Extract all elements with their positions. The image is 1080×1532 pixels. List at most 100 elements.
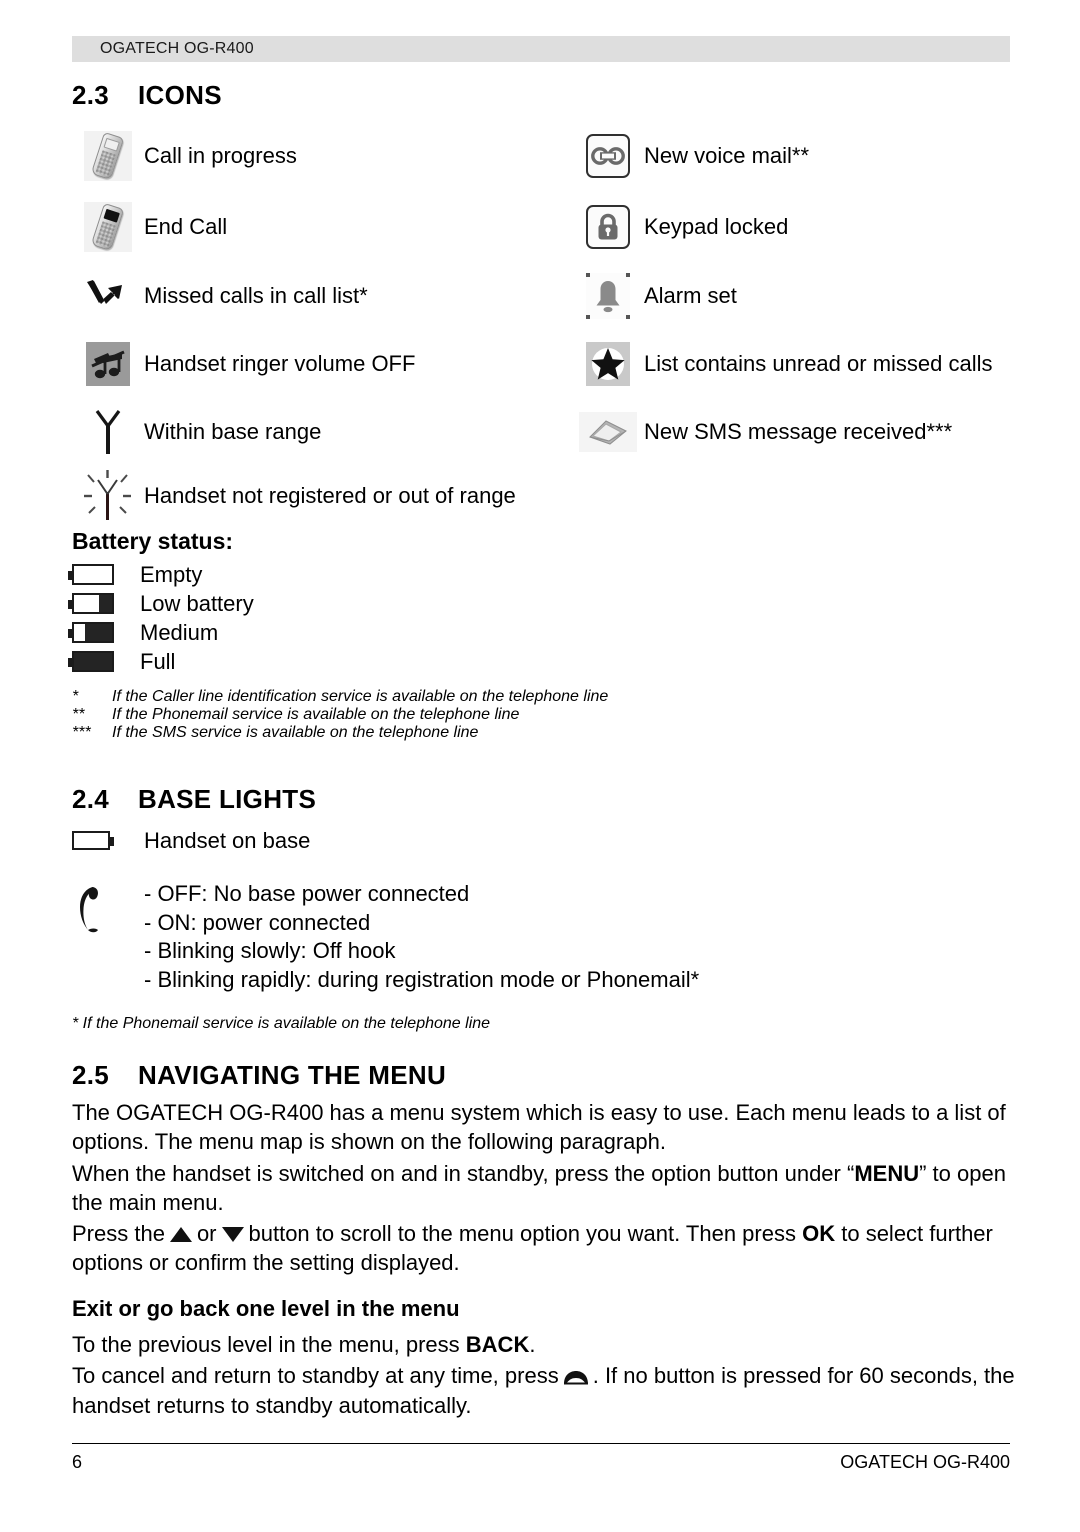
icon-row: End Call Keypad locked — [72, 192, 1022, 262]
battery-empty-icon — [68, 564, 140, 585]
exit-p2-part-a: To cancel and return to standby at any t… — [72, 1363, 559, 1389]
footnote-marker: *** — [72, 724, 91, 741]
battery-level-label: Empty — [140, 561, 203, 587]
exit-paragraph-1: To the previous level in the menu, press… — [72, 1330, 1017, 1359]
icon-legend-table: Call in progress New voice mail** End Ca… — [72, 120, 1022, 526]
base-light-states-row: - OFF: No base power connected - ON: pow… — [72, 880, 699, 994]
scroll-up-arrow-icon — [169, 1227, 192, 1242]
icon-label: Within base range — [144, 418, 322, 444]
section-title: NAVIGATING THE MENU — [138, 1060, 447, 1090]
ok-key-label: OK — [802, 1221, 836, 1246]
back-key-label: BACK — [465, 1332, 530, 1357]
footnote-text: If the Phonemail service is available on… — [112, 706, 520, 723]
nav-p2-part-a: When the handset is switched on and in s… — [72, 1160, 855, 1186]
base-handset-light-icon — [72, 880, 144, 934]
icon-row: Handset not registered or out of range — [72, 466, 1022, 526]
base-light-state: - OFF: No base power connected — [144, 881, 470, 906]
antenna-in-range-icon — [72, 406, 144, 458]
page-header-band: OGATECH OG-R400 — [72, 36, 1010, 62]
base-light-states-list: - OFF: No base power connected - ON: pow… — [144, 880, 699, 994]
footer-divider — [72, 1443, 1010, 1444]
icon-label: New SMS message received*** — [644, 418, 953, 444]
antenna-out-of-range-icon — [72, 468, 144, 524]
section-title: ICONS — [138, 80, 222, 110]
battery-row: Empty — [68, 560, 254, 589]
base-light-state: - Blinking rapidly: during registration … — [144, 966, 700, 992]
battery-row: Full — [68, 647, 254, 676]
handset-call-in-progress-icon — [72, 131, 144, 181]
keypad-lock-icon — [572, 205, 644, 249]
voicemail-icon — [572, 134, 644, 178]
icon-row: Handset ringer volume OFF List contains … — [72, 330, 1022, 398]
document-page: OGATECH OG-R400 2.3 ICONS Call in progre… — [0, 0, 1080, 1532]
footnote-row: ** If the Phonemail service is available… — [72, 706, 972, 724]
base-light-state: - ON: power connected — [144, 909, 371, 935]
exit-p1-period: . — [529, 1332, 536, 1357]
exit-paragraph-2: To cancel and return to standby at any t… — [72, 1361, 1017, 1420]
nav-p3-or: or — [196, 1221, 217, 1246]
battery-low-icon — [68, 593, 140, 614]
nav-p3-part-b: button to scroll to the menu option you … — [248, 1221, 796, 1246]
icon-row: Call in progress New voice mail** — [72, 120, 1022, 192]
handset-on-base-battery-icon — [72, 831, 144, 851]
menu-key-label: MENU — [854, 1160, 920, 1186]
section-heading-icons: 2.3 ICONS — [72, 80, 222, 111]
navigating-paragraph-1: The OGATECH OG-R400 has a menu system wh… — [72, 1100, 1006, 1155]
icon-label: End Call — [144, 213, 228, 239]
battery-level-label: Low battery — [140, 590, 254, 616]
section-number: 2.3 — [72, 80, 110, 110]
alarm-bell-icon — [572, 273, 644, 319]
star-unread-icon — [572, 342, 644, 386]
icon-row: Missed calls in call list* Alarm set — [72, 262, 1022, 330]
handset-end-call-icon — [72, 202, 144, 252]
handset-on-base-row: Handset on base — [72, 826, 310, 855]
icon-label: List contains unread or missed calls — [644, 350, 993, 376]
page-footer: 6 OGATECH OG-R400 — [72, 1452, 1010, 1473]
page-header-title: OGATECH OG-R400 — [100, 40, 254, 57]
icon-row: Within base range New SMS message receiv… — [72, 398, 1022, 466]
handset-on-base-label: Handset on base — [144, 828, 311, 853]
footnote-marker: ** — [72, 706, 85, 723]
ringer-volume-off-icon — [72, 342, 144, 386]
section-heading-base-lights: 2.4 BASE LIGHTS — [72, 784, 316, 815]
nav-p3-part-a: Press the — [72, 1221, 165, 1246]
section-number: 2.4 — [72, 784, 110, 814]
icon-label: Call in progress — [144, 142, 297, 168]
navigating-paragraph-3: Press the or button to scroll to the menu … — [72, 1219, 1012, 1278]
icon-label: New voice mail** — [644, 142, 810, 168]
base-light-state: - Blinking slowly: Off hook — [144, 938, 396, 964]
battery-row: Medium — [68, 618, 254, 647]
footnote-row: *** If the SMS service is available on t… — [72, 724, 972, 742]
battery-full-icon — [68, 651, 140, 672]
footer-product-name: OGATECH OG-R400 — [840, 1452, 1010, 1472]
battery-status-heading: Battery status: — [72, 528, 234, 554]
battery-medium-icon — [68, 622, 140, 643]
missed-call-arrow-icon — [72, 276, 144, 316]
icon-label: Missed calls in call list* — [144, 282, 368, 308]
sms-envelope-icon — [572, 412, 644, 452]
exit-menu-body: To the previous level in the menu, press… — [72, 1330, 1017, 1422]
footnote-text: If the Caller line identification servic… — [112, 688, 609, 705]
footnotes-block: * If the Caller line identification serv… — [72, 688, 972, 742]
section-heading-navigating: 2.5 NAVIGATING THE MENU — [72, 1060, 446, 1091]
footnote-text: If the SMS service is available on the t… — [112, 724, 479, 741]
icon-label: Handset not registered or out of range — [144, 482, 516, 508]
icon-label: Keypad locked — [644, 213, 789, 239]
exit-p1-part-a: To the previous level in the menu, press — [72, 1332, 460, 1357]
battery-status-list: Empty Low battery Medium Full — [68, 560, 254, 676]
icon-label: Handset ringer volume OFF — [144, 350, 416, 376]
navigating-paragraph-2: When the handset is switched on and in s… — [72, 1159, 1012, 1218]
section-title: BASE LIGHTS — [138, 784, 317, 814]
icon-label: Alarm set — [644, 282, 737, 308]
navigating-body: The OGATECH OG-R400 has a menu system wh… — [72, 1098, 1012, 1280]
battery-level-label: Medium — [140, 619, 219, 645]
exit-menu-heading: Exit or go back one level in the menu — [72, 1296, 460, 1321]
footnote-row: * If the Caller line identification serv… — [72, 688, 972, 706]
footnote-marker: * — [72, 688, 79, 705]
end-call-key-icon — [562, 1363, 590, 1385]
section-number: 2.5 — [72, 1060, 110, 1090]
battery-row: Low battery — [68, 589, 254, 618]
page-number: 6 — [72, 1452, 83, 1472]
base-lights-footnote: * If the Phonemail service is available … — [72, 1015, 491, 1032]
scroll-down-arrow-icon — [221, 1227, 244, 1242]
